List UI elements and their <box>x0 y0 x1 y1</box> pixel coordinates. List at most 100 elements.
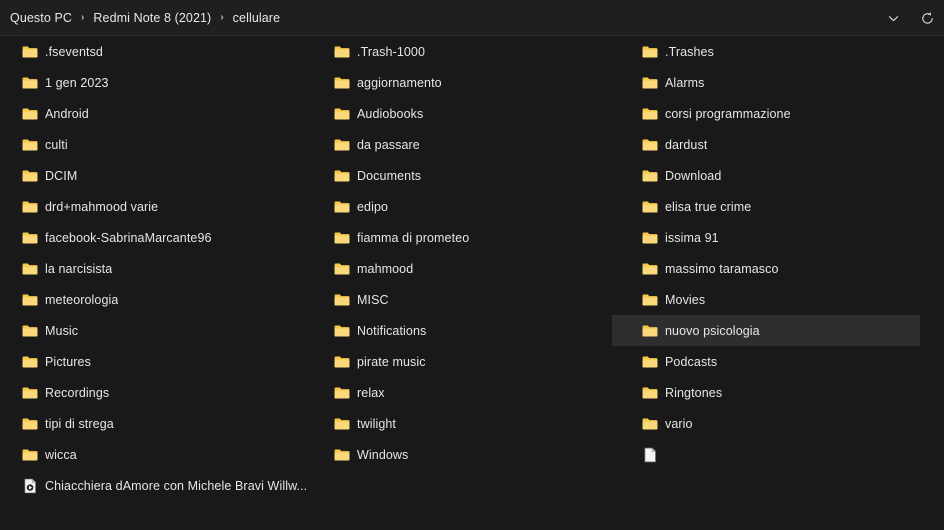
file-list-item[interactable]: la narcisista <box>0 253 308 284</box>
file-item-label: drd+mahmood varie <box>45 199 159 214</box>
file-list-item[interactable]: elisa true crime <box>612 191 920 222</box>
file-list-item[interactable]: .fseventsd <box>0 36 308 67</box>
file-list-item[interactable]: Podcasts <box>612 346 920 377</box>
file-list-item[interactable]: Notifications <box>312 315 620 346</box>
file-item-label: Documents <box>357 168 422 183</box>
file-list-item[interactable]: Recordings <box>0 377 308 408</box>
file-list-item[interactable]: facebook-SabrinaMarcante96 <box>0 222 308 253</box>
file-list-item[interactable]: .Trashes <box>612 36 920 67</box>
file-list-item[interactable]: issima 91 <box>612 222 920 253</box>
breadcrumb-item[interactable]: cellulare <box>233 11 280 25</box>
folder-icon <box>642 354 658 370</box>
file-list-item[interactable]: Ringtones <box>612 377 920 408</box>
file-item-label: vario <box>665 416 693 431</box>
file-list-item[interactable]: DCIM <box>0 160 308 191</box>
file-list-item[interactable]: pirate music <box>312 346 620 377</box>
folder-icon <box>22 447 38 463</box>
folder-icon <box>22 199 38 215</box>
file-item-label: issima 91 <box>665 230 719 245</box>
file-item-label: corsi programmazione <box>665 106 791 121</box>
file-item-label: Music <box>45 323 79 338</box>
folder-icon <box>22 416 38 432</box>
file-item-label: Movies <box>665 292 706 307</box>
folder-icon <box>22 106 38 122</box>
file-item-label: Windows <box>357 447 409 462</box>
file-item-label: Chiacchiera dAmore con Michele Bravi Wil… <box>45 478 308 493</box>
file-item-label: Download <box>665 168 722 183</box>
file-list-item[interactable]: drd+mahmood varie <box>0 191 308 222</box>
file-list-item[interactable]: relax <box>312 377 620 408</box>
file-list-item[interactable]: Windows <box>312 439 620 470</box>
folder-icon <box>22 261 38 277</box>
file-list-item[interactable]: .Trash-1000 <box>312 36 620 67</box>
breadcrumb-separator: › <box>81 11 85 23</box>
folder-icon <box>642 323 658 339</box>
file-item-label: MISC <box>357 292 389 307</box>
folder-icon <box>22 75 38 91</box>
file-list-item[interactable]: twilight <box>312 408 620 439</box>
file-item-label: 1 gen 2023 <box>45 75 109 90</box>
file-list-item[interactable]: culti <box>0 129 308 160</box>
file-list-item[interactable]: vario <box>612 408 920 439</box>
file-list-item[interactable]: Audiobooks <box>312 98 620 129</box>
address-bar: Questo PC › Redmi Note 8 (2021) › cellulare <box>0 0 944 36</box>
folder-icon <box>334 292 350 308</box>
folder-icon <box>334 75 350 91</box>
file-list-item[interactable]: Documents <box>312 160 620 191</box>
file-list-item[interactable]: da passare <box>312 129 620 160</box>
file-list-item[interactable]: Alarms <box>612 67 920 98</box>
file-list-item[interactable]: meteorologia <box>0 284 308 315</box>
file-item-label: Recordings <box>45 385 110 400</box>
chevron-down-icon[interactable] <box>876 3 910 33</box>
folder-icon <box>334 230 350 246</box>
video-file-icon <box>22 477 38 494</box>
folder-icon <box>22 168 38 184</box>
file-list-item-selected[interactable]: nuovo psicologia <box>612 315 920 346</box>
file-list-item[interactable]: wicca <box>0 439 308 470</box>
folder-icon <box>334 168 350 184</box>
file-list-item[interactable]: edipo <box>312 191 620 222</box>
file-list-item[interactable]: aggiornamento <box>312 67 620 98</box>
file-list: .fseventsd 1 gen 2023 Android culti DCIM drd+… <box>0 36 944 530</box>
refresh-icon[interactable] <box>910 3 944 33</box>
file-item-label: DCIM <box>45 168 78 183</box>
file-list-item[interactable]: Pictures <box>0 346 308 377</box>
file-item-label: relax <box>357 385 385 400</box>
file-list-item[interactable]: Android <box>0 98 308 129</box>
file-list-item[interactable]: fiamma di prometeo <box>312 222 620 253</box>
file-list-item[interactable]: 1 gen 2023 <box>0 67 308 98</box>
file-list-item[interactable]: tipi di strega <box>0 408 308 439</box>
address-bar-actions <box>876 0 944 36</box>
file-item-label: Ringtones <box>665 385 723 400</box>
file-item-label: la narcisista <box>45 261 113 276</box>
file-column-3: .Trashes Alarms corsi programmazione dardus… <box>612 36 920 470</box>
file-item-label: .Trash-1000 <box>357 44 426 59</box>
folder-icon <box>642 230 658 246</box>
file-list-item[interactable] <box>612 439 920 470</box>
file-list-item[interactable]: Chiacchiera dAmore con Michele Bravi Wil… <box>0 470 308 501</box>
folder-icon <box>22 292 38 308</box>
file-list-item[interactable]: mahmood <box>312 253 620 284</box>
file-list-item[interactable]: MISC <box>312 284 620 315</box>
folder-icon <box>334 385 350 401</box>
folder-icon <box>642 292 658 308</box>
breadcrumb-item[interactable]: Questo PC <box>10 11 72 25</box>
folder-icon <box>334 137 350 153</box>
file-list-item[interactable]: massimo taramasco <box>612 253 920 284</box>
breadcrumb-item[interactable]: Redmi Note 8 (2021) <box>93 11 211 25</box>
file-list-item[interactable]: Music <box>0 315 308 346</box>
folder-icon <box>642 385 658 401</box>
file-list-item[interactable]: corsi programmazione <box>612 98 920 129</box>
file-list-item[interactable]: Movies <box>612 284 920 315</box>
file-item-label: edipo <box>357 199 389 214</box>
folder-icon <box>642 44 658 60</box>
folder-icon <box>642 199 658 215</box>
breadcrumb[interactable]: Questo PC › Redmi Note 8 (2021) › cellulare <box>0 11 280 25</box>
file-item-label: meteorologia <box>45 292 119 307</box>
folder-icon <box>334 261 350 277</box>
folder-icon <box>22 230 38 246</box>
file-list-item[interactable]: Download <box>612 160 920 191</box>
file-item-label: Pictures <box>45 354 91 369</box>
file-list-item[interactable]: dardust <box>612 129 920 160</box>
file-item-label: facebook-SabrinaMarcante96 <box>45 230 212 245</box>
